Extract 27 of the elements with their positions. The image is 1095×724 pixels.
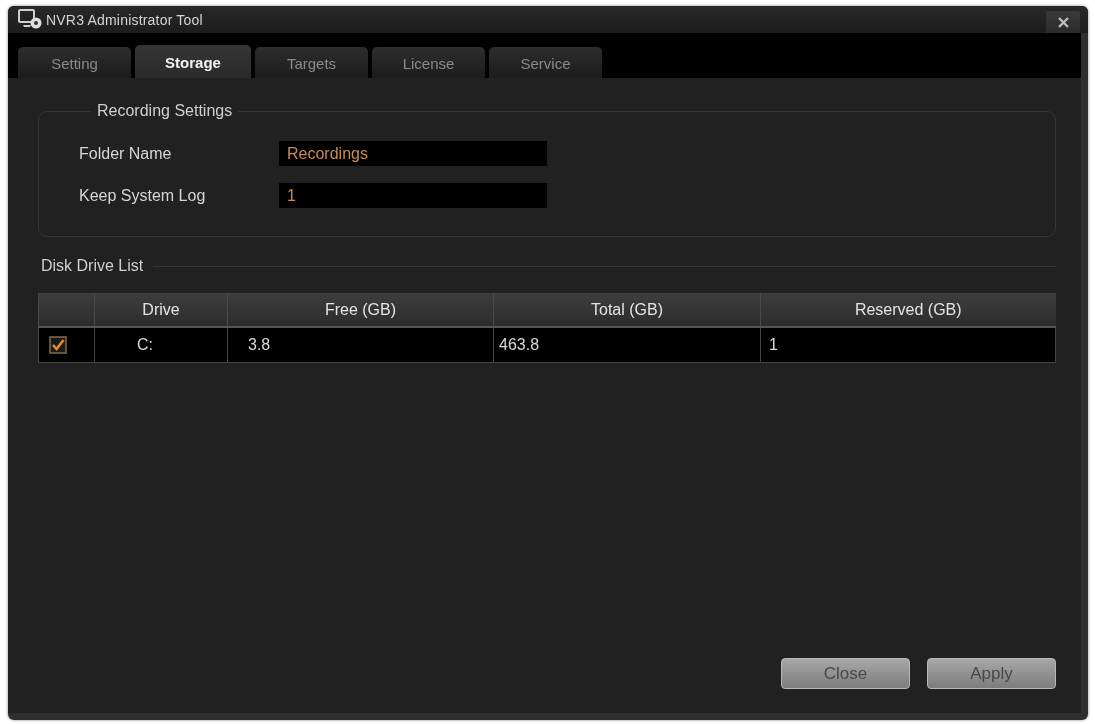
column-header: Drive [94, 293, 228, 327]
column-header: Free (GB) [227, 293, 494, 327]
group-title: Recording Settings [96, 102, 234, 120]
tab[interactable]: Service [489, 47, 602, 78]
table-cell: 3.8 [227, 327, 494, 362]
table-cell: C: [94, 327, 228, 362]
close-button[interactable]: Close [781, 658, 910, 689]
table-cell: 1 [760, 327, 1056, 362]
tab[interactable]: Targets [255, 47, 368, 78]
checked-checkbox[interactable] [49, 335, 67, 354]
column-header: Reserved (GB) [760, 293, 1056, 327]
tab[interactable]: License [372, 47, 485, 78]
tab[interactable]: Setting [18, 47, 131, 78]
text-field[interactable]: 1 [279, 183, 547, 208]
section-title: Disk Drive List [41, 257, 144, 275]
column-header: Total (GB) [493, 293, 761, 327]
apply-button[interactable]: Apply [927, 658, 1056, 689]
close-button[interactable] [1046, 10, 1080, 34]
table-cell: 463.8 [493, 327, 761, 362]
window-title: NVR3 Administrator Tool [46, 11, 203, 28]
text-field[interactable]: Recordings [279, 141, 547, 166]
field-label: Folder Name [79, 144, 173, 163]
header-cell [38, 293, 95, 327]
tab[interactable]: Storage [135, 45, 251, 78]
close-icon [1057, 16, 1069, 28]
monitor-gear-icon [18, 9, 43, 30]
field-label: Keep System Log [79, 186, 207, 205]
